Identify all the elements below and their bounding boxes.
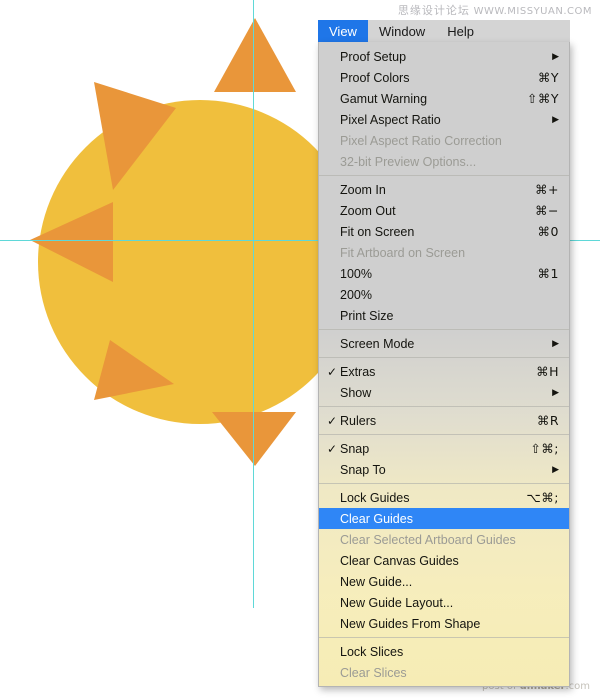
menu-item-clear-canvas-guides[interactable]: Clear Canvas Guides	[319, 550, 569, 571]
menu-separator	[319, 175, 569, 176]
menu-item-snap[interactable]: ✓ Snap ⇧⌘;	[319, 438, 569, 459]
menu-item-extras[interactable]: ✓ Extras ⌘H	[319, 361, 569, 382]
menu-item-label: New Guide Layout...	[340, 595, 454, 610]
watermark-top-url: WWW.MISSYUAN.COM	[473, 6, 592, 17]
submenu-arrow-icon: ▶	[552, 387, 559, 397]
menu-separator	[319, 483, 569, 484]
menu-item-shortcut: ⇧⌘;	[530, 441, 559, 456]
menu-item-shortcut: ⌘R	[536, 413, 559, 428]
menu-item-show[interactable]: Show ▶	[319, 382, 569, 403]
menu-item-shortcut: ⌘Y	[537, 70, 559, 85]
menu-item-label: Fit on Screen	[340, 224, 415, 239]
menu-item-fit-artboard-on-screen: Fit Artboard on Screen	[319, 242, 569, 263]
submenu-arrow-icon: ▶	[552, 114, 559, 124]
menu-item-label: Zoom In	[340, 182, 386, 197]
view-menu-dropdown[interactable]: Proof Setup ▶ Proof Colors ⌘Y Gamut Warning ⇧…	[318, 42, 570, 687]
menu-item-shortcut: ⌘H	[536, 364, 559, 379]
submenu-arrow-icon: ▶	[552, 464, 559, 474]
menu-item-new-guide[interactable]: New Guide...	[319, 571, 569, 592]
menu-item-shortcut: ⌘−	[535, 203, 559, 218]
menu-item-label: Lock Guides	[340, 490, 410, 505]
application-menu-bar[interactable]: View Window Help	[318, 20, 570, 42]
check-icon: ✓	[327, 413, 338, 428]
menu-item-pixel-aspect-ratio[interactable]: Pixel Aspect Ratio ▶	[319, 109, 569, 130]
menu-item-label: Proof Setup	[340, 49, 407, 64]
watermark-top: 思缘设计论坛 WWW.MISSYUAN.COM	[398, 2, 592, 18]
menu-item-label: Proof Colors	[340, 70, 410, 85]
menu-item-label: Zoom Out	[340, 203, 396, 218]
menu-item-200[interactable]: 200%	[319, 284, 569, 305]
check-icon: ✓	[327, 441, 338, 456]
menu-item-label: Clear Slices	[340, 665, 407, 680]
menu-item-lock-guides[interactable]: Lock Guides ⌥⌘;	[319, 487, 569, 508]
menu-item-fit-on-screen[interactable]: Fit on Screen ⌘0	[319, 221, 569, 242]
menu-item-proof-setup[interactable]: Proof Setup ▶	[319, 46, 569, 67]
menu-item-gamut-warning[interactable]: Gamut Warning ⇧⌘Y	[319, 88, 569, 109]
menu-item-clear-selected-artboard-guides: Clear Selected Artboard Guides	[319, 529, 569, 550]
sun-ray-bottom[interactable]	[212, 412, 296, 466]
menu-item-label: Fit Artboard on Screen	[340, 245, 466, 260]
menubar-item-label: Help	[447, 23, 474, 39]
sun-ray-top[interactable]	[214, 18, 296, 92]
menu-item-proof-colors[interactable]: Proof Colors ⌘Y	[319, 67, 569, 88]
menu-item-shortcut: ⇧⌘Y	[526, 91, 559, 106]
menubar-item-window[interactable]: Window	[368, 20, 436, 42]
menu-item-100[interactable]: 100% ⌘1	[319, 263, 569, 284]
menu-separator	[319, 434, 569, 435]
menu-item-label: 32-bit Preview Options...	[340, 154, 477, 169]
menu-separator	[319, 329, 569, 330]
menu-item-label: Show	[340, 385, 372, 400]
menu-item-zoom-in[interactable]: Zoom In ⌘+	[319, 179, 569, 200]
menu-item-clear-slices: Clear Slices	[319, 662, 569, 683]
watermark-top-chinese: 思缘设计论坛	[397, 4, 470, 17]
menu-item-label: New Guide...	[340, 574, 413, 589]
check-icon: ✓	[327, 364, 338, 379]
menubar-item-label: Window	[378, 23, 426, 39]
menu-item-label: Clear Canvas Guides	[340, 553, 459, 568]
menu-item-label: Pixel Aspect Ratio Correction	[340, 133, 502, 148]
menu-item-label: 200%	[340, 287, 372, 302]
menu-item-label: Clear Guides	[340, 511, 413, 526]
menu-item-lock-slices[interactable]: Lock Slices	[319, 641, 569, 662]
menu-item-label: Gamut Warning	[340, 91, 428, 106]
menu-item-label: Lock Slices	[340, 644, 404, 659]
menu-item-shortcut: ⌘0	[537, 224, 559, 239]
menu-item-label: Snap	[340, 441, 370, 456]
menubar-item-help[interactable]: Help	[436, 20, 485, 42]
menu-separator	[319, 406, 569, 407]
menu-item-shortcut: ⌘1	[537, 266, 559, 281]
menu-separator	[319, 637, 569, 638]
menu-item-label: Snap To	[340, 462, 386, 477]
menu-separator	[319, 357, 569, 358]
menu-item-screen-mode[interactable]: Screen Mode ▶	[319, 333, 569, 354]
menu-item-label: Rulers	[340, 413, 377, 428]
menubar-item-view[interactable]: View	[318, 20, 368, 42]
menu-item-new-guide-layout[interactable]: New Guide Layout...	[319, 592, 569, 613]
menu-item-label: Extras	[340, 364, 376, 379]
menu-item-pixel-aspect-ratio-correction: Pixel Aspect Ratio Correction	[319, 130, 569, 151]
menu-item-new-guides-from-shape[interactable]: New Guides From Shape	[319, 613, 569, 634]
menu-item-label: Clear Selected Artboard Guides	[340, 532, 516, 547]
menu-item-snap-to[interactable]: Snap To ▶	[319, 459, 569, 480]
menu-item-clear-guides[interactable]: Clear Guides	[319, 508, 569, 529]
menu-item-label: Print Size	[340, 308, 394, 323]
menubar-item-label: View	[329, 23, 357, 39]
submenu-arrow-icon: ▶	[552, 338, 559, 348]
menu-item-32-bit-preview-options: 32-bit Preview Options...	[319, 151, 569, 172]
menu-item-shortcut: ⌥⌘;	[526, 490, 559, 505]
vertical-guide[interactable]	[253, 0, 254, 608]
submenu-arrow-icon: ▶	[552, 51, 559, 61]
menu-item-print-size[interactable]: Print Size	[319, 305, 569, 326]
menu-item-label: Pixel Aspect Ratio	[340, 112, 441, 127]
menu-item-shortcut: ⌘+	[535, 182, 559, 197]
menu-item-zoom-out[interactable]: Zoom Out ⌘−	[319, 200, 569, 221]
menu-item-label: 100%	[340, 266, 372, 281]
menu-item-label: Screen Mode	[340, 336, 415, 351]
menu-item-rulers[interactable]: ✓ Rulers ⌘R	[319, 410, 569, 431]
menu-item-label: New Guides From Shape	[340, 616, 481, 631]
